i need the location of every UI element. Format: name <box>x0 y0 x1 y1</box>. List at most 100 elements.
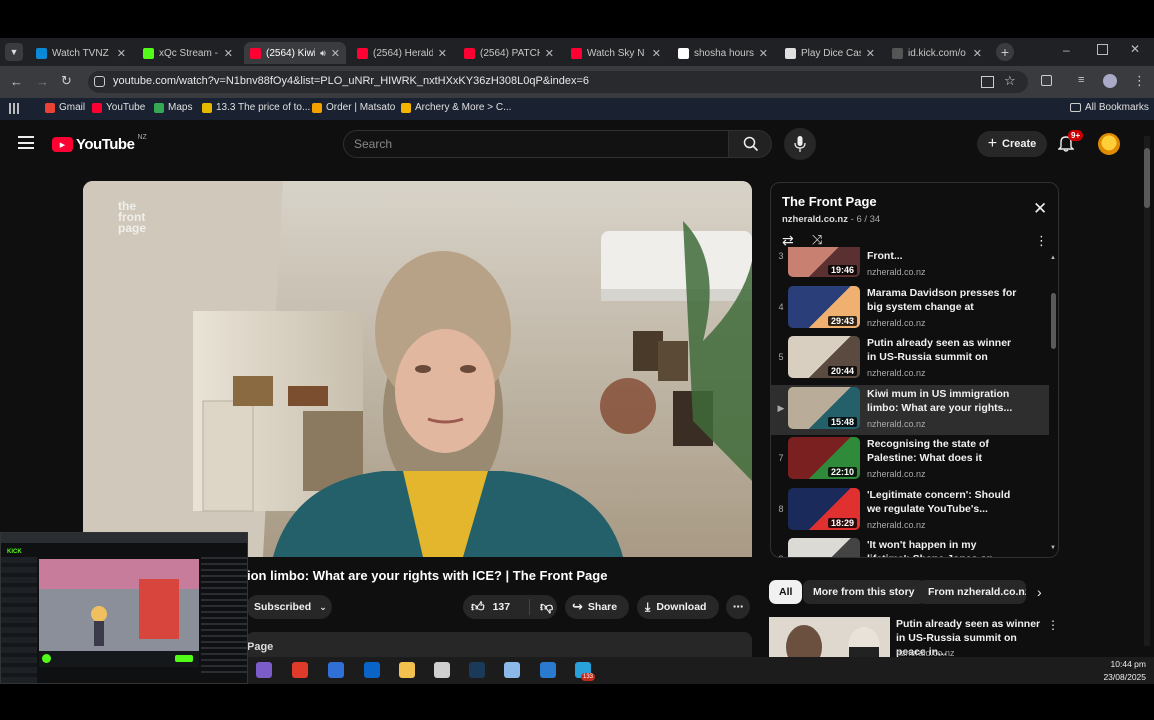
playlist-item[interactable]: 9 'It won't happen in my lifetime': Shane… <box>771 536 1049 557</box>
app-window-icon[interactable] <box>540 662 556 678</box>
bookmark-favicon-icon <box>202 102 212 113</box>
menu-hamburger-icon[interactable] <box>18 136 34 149</box>
shuffle-icon[interactable]: ⤨ <box>812 232 822 248</box>
pen-tool-icon[interactable] <box>434 662 450 678</box>
duration-badge: 18:29 <box>827 517 857 528</box>
download-button[interactable]: ⤓ Download <box>637 595 719 619</box>
notifications-button[interactable]: 9+ <box>1057 130 1084 157</box>
close-tab-icon[interactable]: ✕ <box>224 47 233 60</box>
close-tab-icon[interactable]: ✕ <box>866 47 875 60</box>
system-clock[interactable]: 10:44 pm 23/08/2025 <box>1098 658 1146 684</box>
close-tab-icon[interactable]: ✕ <box>117 47 126 60</box>
playlist-channel[interactable]: nzherald.co.nz <box>782 214 848 225</box>
browser-tab[interactable]: id.kick.com/o ✕ <box>886 42 988 64</box>
bookmark-label: YouTube <box>106 102 146 113</box>
store-icon[interactable] <box>328 662 344 678</box>
steam-icon[interactable] <box>469 662 485 678</box>
playlist-item[interactable]: 7 22:10 Recognising the state of Palestine… <box>771 435 1049 485</box>
chips-next-icon[interactable]: › <box>1037 584 1042 600</box>
voice-search-button[interactable] <box>784 128 816 160</box>
app-icon[interactable] <box>292 662 308 678</box>
search-button[interactable] <box>728 130 772 158</box>
like-button[interactable]: 👍︎ 137 <box>463 599 530 615</box>
browser-tab[interactable]: (2564) Kiwi 🔊︎ ✕ <box>244 42 346 64</box>
bookmark-item[interactable]: Order | Matsato <box>312 102 395 113</box>
playlist-item[interactable]: 4 29:43 Marama Davidson presses for big sy… <box>771 284 1049 334</box>
overlay-sidebar <box>1 557 37 683</box>
bookmark-item[interactable]: Maps <box>154 102 192 113</box>
subscribed-button[interactable]: Subscribed ⌄ <box>246 595 332 619</box>
filter-chip[interactable]: From nzherald.co.nz <box>918 580 1026 604</box>
playlist-item[interactable]: 5 20:44 Putin already seen as winner in US… <box>771 334 1049 384</box>
site-info-icon[interactable] <box>94 76 105 87</box>
media-control-icon[interactable]: ≡ <box>1078 74 1084 86</box>
browser-tab[interactable]: shosha hours ✕ <box>672 42 774 64</box>
recommendation-item[interactable]: Putin already seen as winner in US-Russi… <box>769 617 1059 657</box>
speaker-icon[interactable]: 🔊︎ <box>320 48 326 59</box>
close-tab-icon[interactable]: ✕ <box>652 47 661 60</box>
close-tab-icon[interactable]: ✕ <box>545 47 554 60</box>
youtube-logo[interactable]: ▶ YouTube NZ <box>52 134 147 153</box>
close-tab-icon[interactable]: ✕ <box>759 47 768 60</box>
browser-tab[interactable]: Watch TVNZ ✕ <box>30 42 132 64</box>
plus-icon: + <box>1000 44 1010 60</box>
page-scrollbar[interactable] <box>1144 136 1150 646</box>
share-button[interactable]: ↪ Share <box>565 595 629 619</box>
filter-chip[interactable]: All <box>769 580 803 604</box>
browser-tab[interactable]: (2564) Herald ✕ <box>351 42 453 64</box>
video-player[interactable]: the front page <box>83 181 752 557</box>
close-tab-icon[interactable]: ✕ <box>973 47 982 60</box>
new-tab-button[interactable]: + <box>996 43 1014 61</box>
bookmark-item[interactable]: 13.3 The price of to... <box>202 102 310 113</box>
apps-grid-icon[interactable] <box>9 103 20 114</box>
browser-tab[interactable]: Watch Sky N ✕ <box>565 42 667 64</box>
bookmark-label: Maps <box>168 102 193 113</box>
browser-tab[interactable]: (2564) PATCH ✕ <box>458 42 560 64</box>
playlist-item[interactable]: ▶ 15:48 Kiwi mum in US immigration limbo: … <box>771 384 1049 435</box>
start-menu-icon[interactable] <box>256 662 272 678</box>
close-playlist-button[interactable]: ✕ <box>1033 199 1047 219</box>
close-tab-icon[interactable]: ✕ <box>331 47 340 60</box>
overlay-info-bar <box>39 651 199 667</box>
playlist-item[interactable]: 3 19:46 too late to pay off | The Front...… <box>771 247 1049 283</box>
all-bookmarks[interactable]: All Bookmarks <box>1070 102 1149 113</box>
notepad-icon[interactable] <box>504 662 520 678</box>
account-avatar[interactable] <box>1098 133 1120 155</box>
close-tab-icon[interactable]: ✕ <box>438 47 447 60</box>
playlist-item[interactable]: 8 18:29 'Legitimate concern': Should we re… <box>771 486 1049 536</box>
extensions-icon[interactable] <box>1041 75 1052 86</box>
minimize-button[interactable]: – <box>1063 43 1077 57</box>
recommendation-menu-icon[interactable]: ⋮ <box>1047 618 1059 632</box>
file-explorer-icon[interactable] <box>399 662 415 678</box>
bookmark-star-icon[interactable]: ☆ <box>1004 73 1016 89</box>
playlist-scrollbar[interactable]: ▲ ▼ <box>1050 253 1057 553</box>
filter-chip[interactable]: More from this story <box>803 580 925 604</box>
like-count: 137 <box>492 601 511 613</box>
tab-favicon-icon <box>464 47 475 59</box>
browser-tab[interactable]: Play Dice Casi ✕ <box>779 42 881 64</box>
browser-tab[interactable]: xQc Stream - ✕ <box>137 42 239 64</box>
profile-avatar[interactable] <box>1103 74 1117 88</box>
maximize-button[interactable] <box>1097 44 1108 55</box>
outlook-icon[interactable] <box>364 662 380 678</box>
tab-search-button[interactable]: ▼ <box>5 43 23 61</box>
reload-button[interactable]: ↻ <box>61 73 72 89</box>
all-bookmarks-label: All Bookmarks <box>1085 102 1149 113</box>
search-input[interactable]: Search <box>354 137 392 151</box>
bookmark-item[interactable]: Archery & More > C... <box>401 102 511 113</box>
stream-overlay-window[interactable]: KICK <box>0 532 248 684</box>
browser-menu-icon[interactable]: ⋮ <box>1133 73 1146 89</box>
more-actions-button[interactable]: ⋯ <box>726 595 750 619</box>
create-button[interactable]: + Create <box>977 131 1047 157</box>
dislike-button[interactable]: 👎︎ <box>530 599 553 615</box>
bookmark-item[interactable]: Gmail <box>45 102 85 113</box>
back-button[interactable]: ← <box>10 74 23 89</box>
forward-button[interactable]: → <box>36 74 49 89</box>
install-app-icon[interactable] <box>981 76 994 88</box>
description-box[interactable] <box>246 632 752 657</box>
search-box[interactable] <box>343 130 729 158</box>
bookmark-item[interactable]: YouTube <box>92 102 145 113</box>
playlist-item-thumbnail: 19:46 <box>788 247 860 277</box>
url-text[interactable]: youtube.com/watch?v=N1bnv88fOy4&list=PLO… <box>113 75 589 87</box>
close-window-button[interactable]: ✕ <box>1130 42 1140 56</box>
